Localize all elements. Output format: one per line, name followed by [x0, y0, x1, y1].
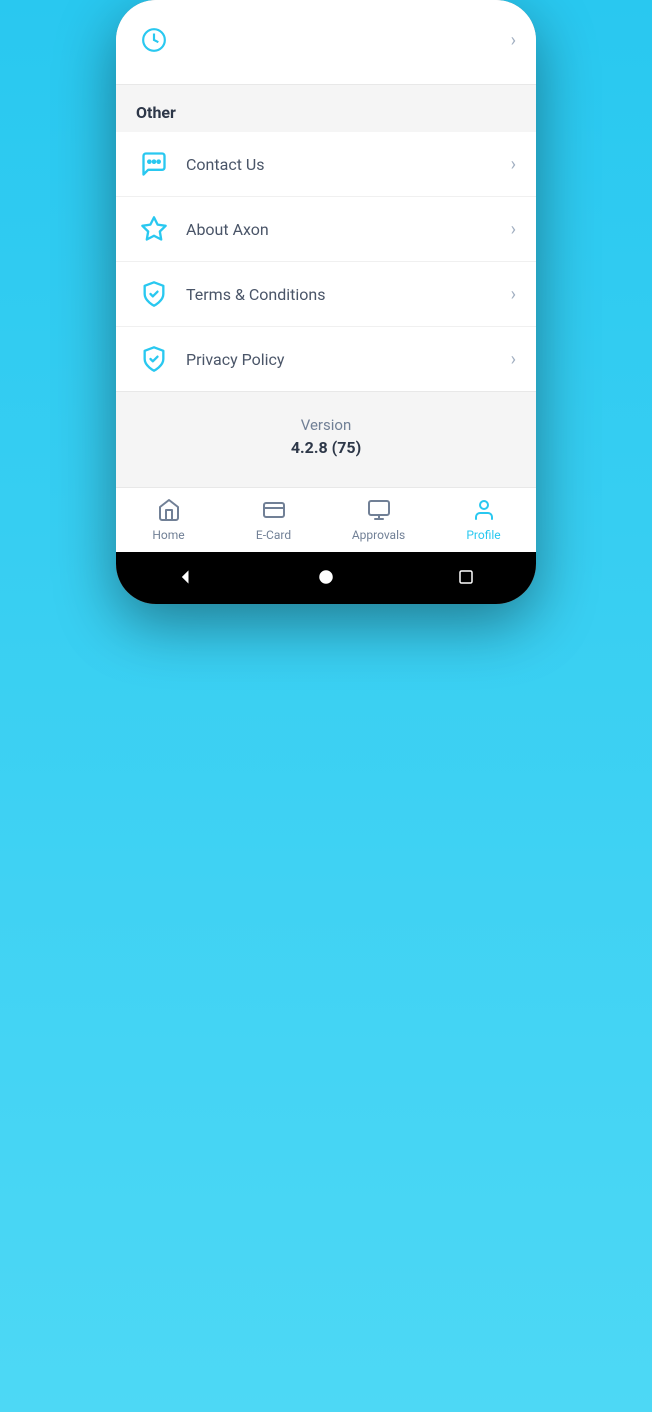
about-axon-left: About Axon	[136, 211, 269, 247]
privacy-left: Privacy Policy	[136, 341, 285, 377]
privacy-label: Privacy Policy	[186, 350, 285, 369]
home-icon	[155, 496, 183, 524]
terms-left: Terms & Conditions	[136, 276, 326, 312]
contact-us-icon	[136, 146, 172, 182]
android-nav-bar	[116, 552, 536, 604]
nav-ecard[interactable]: E-Card	[244, 496, 304, 542]
version-section: Version 4.2.8 (75)	[116, 391, 536, 487]
partial-icon	[136, 22, 172, 58]
bottom-navigation: Home E-Card	[116, 487, 536, 552]
android-home-button[interactable]	[315, 566, 337, 588]
android-recent-button[interactable]	[455, 566, 477, 588]
other-menu-group: Contact Us › About Axon ›	[116, 132, 536, 391]
approvals-nav-label: Approvals	[352, 528, 405, 542]
nav-home[interactable]: Home	[139, 496, 199, 542]
contact-us-chevron: ›	[511, 154, 516, 175]
ecard-icon	[260, 496, 288, 524]
partial-top-section: ›	[116, 0, 536, 85]
partial-menu-item[interactable]: ›	[136, 12, 516, 68]
profile-nav-label: Profile	[466, 528, 500, 542]
partial-chevron: ›	[511, 30, 516, 51]
contact-us-left: Contact Us	[136, 146, 265, 182]
nav-approvals[interactable]: Approvals	[349, 496, 409, 542]
terms-icon	[136, 276, 172, 312]
approvals-icon	[365, 496, 393, 524]
phone-shell: › Other Conta	[116, 0, 536, 604]
other-section-title: Other	[136, 103, 176, 122]
other-section-header: Other	[116, 85, 536, 132]
contact-us-label: Contact Us	[186, 155, 265, 174]
profile-icon	[470, 496, 498, 524]
android-back-button[interactable]	[175, 566, 197, 588]
terms-chevron: ›	[511, 284, 516, 305]
ecard-nav-label: E-Card	[256, 528, 291, 542]
phone-screen: › Other Conta	[116, 0, 536, 604]
about-axon-chevron: ›	[511, 219, 516, 240]
privacy-chevron: ›	[511, 349, 516, 370]
about-axon-item[interactable]: About Axon ›	[116, 197, 536, 262]
about-axon-label: About Axon	[186, 220, 269, 239]
privacy-policy-item[interactable]: Privacy Policy ›	[116, 327, 536, 391]
partial-item-left	[136, 22, 172, 58]
nav-profile[interactable]: Profile	[454, 496, 514, 542]
terms-conditions-item[interactable]: Terms & Conditions ›	[116, 262, 536, 327]
terms-label: Terms & Conditions	[186, 285, 326, 304]
about-axon-icon	[136, 211, 172, 247]
version-number: 4.2.8 (75)	[136, 438, 516, 457]
home-nav-label: Home	[152, 528, 184, 542]
contact-us-item[interactable]: Contact Us ›	[116, 132, 536, 197]
version-label: Version	[136, 416, 516, 434]
privacy-icon	[136, 341, 172, 377]
